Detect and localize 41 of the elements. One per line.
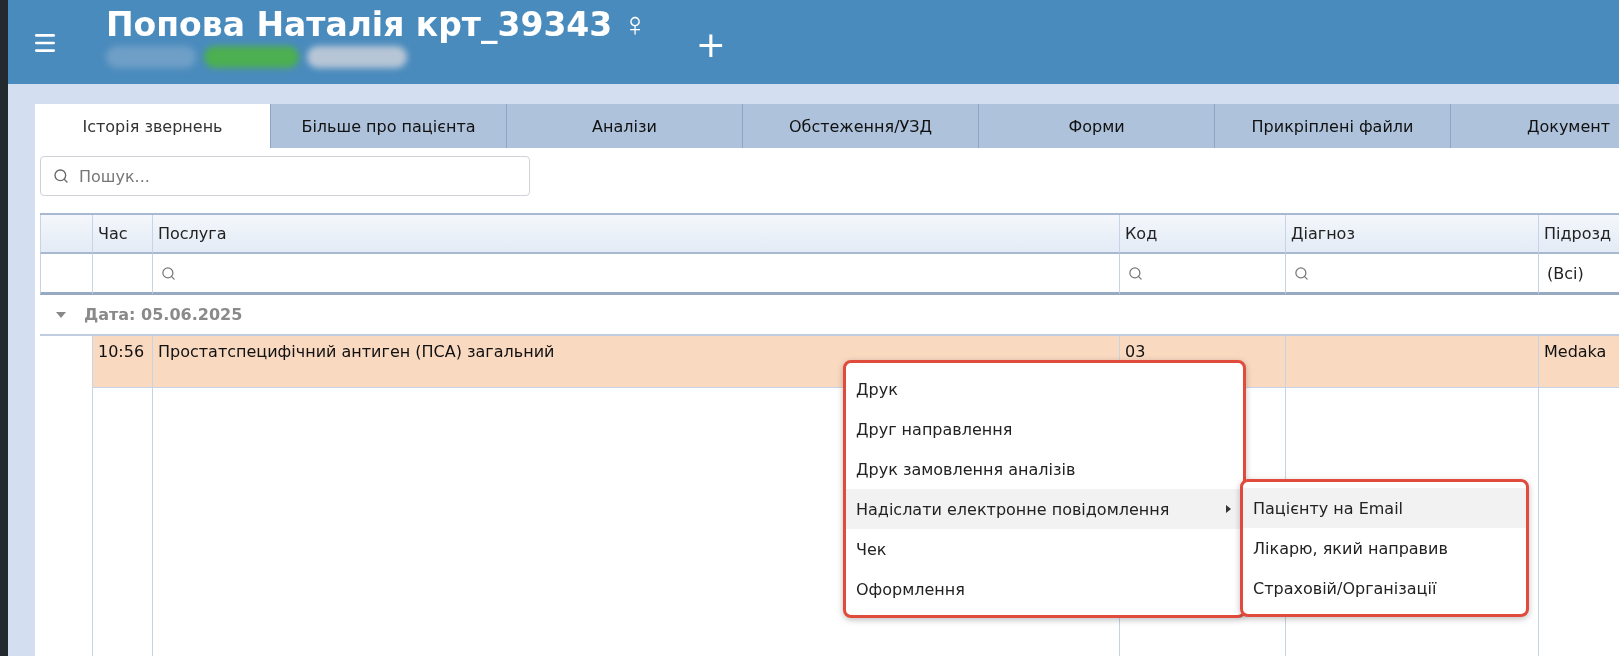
tab[interactable]: Обстеження/УЗД [743, 104, 979, 148]
search-field[interactable]: Пошук... [40, 156, 530, 196]
tab[interactable]: Більше про пацієнта [271, 104, 507, 148]
group-label: Дата: 05.06.2025 [84, 305, 243, 324]
column-header[interactable]: Код [1119, 215, 1285, 254]
filter-cell[interactable] [92, 254, 152, 295]
filter-cell[interactable] [1285, 254, 1538, 295]
menu-item[interactable]: Пацієнту на Email [1243, 488, 1526, 528]
search-icon [161, 265, 176, 281]
table-cell: 10:56 [92, 336, 152, 388]
column-header[interactable]: Послуга [152, 215, 1119, 254]
menu-item[interactable]: Оформлення [846, 569, 1243, 609]
column-header[interactable]: Діагноз [1285, 215, 1538, 254]
filter-cell[interactable] [152, 254, 1119, 295]
column-header[interactable]: Час [92, 215, 152, 254]
search-icon [1294, 265, 1309, 281]
menu-item[interactable]: Друк замовлення аналізів [846, 449, 1243, 489]
tab[interactable]: Форми [979, 104, 1215, 148]
filter-corner-cell [40, 254, 92, 295]
column-header[interactable]: Підрозд [1538, 215, 1619, 254]
table-cell: Medaka [1538, 336, 1619, 388]
filter-cell[interactable]: (Всі) [1538, 254, 1619, 295]
filter-value: (Всі) [1547, 263, 1584, 283]
menu-item[interactable]: Чек [846, 529, 1243, 569]
menu-item[interactable]: Страховій/Організації [1243, 568, 1526, 608]
tab[interactable]: Прикріплені файли [1215, 104, 1451, 148]
tab[interactable]: Аналізи [507, 104, 743, 148]
add-button[interactable]: + [695, 24, 726, 65]
menu-item[interactable]: Надіслати електронне повідомлення [846, 489, 1243, 529]
caret-icon[interactable] [56, 311, 66, 318]
menu-item[interactable]: Друг направлення [846, 409, 1243, 449]
search-icon [53, 168, 69, 184]
filter-cell[interactable] [1119, 254, 1285, 295]
menu-item[interactable]: Лікарю, який направив [1243, 528, 1526, 568]
search-icon [1128, 265, 1143, 281]
patient-name: Попова Наталія крт_39343 [106, 4, 613, 44]
tab[interactable]: Історія звернень [35, 104, 271, 148]
gender-symbol: ♀ [622, 4, 648, 44]
search-input[interactable]: Пошук... [77, 165, 529, 187]
submenu-arrow-icon [1226, 505, 1231, 513]
tab[interactable]: Документ [1451, 104, 1619, 148]
